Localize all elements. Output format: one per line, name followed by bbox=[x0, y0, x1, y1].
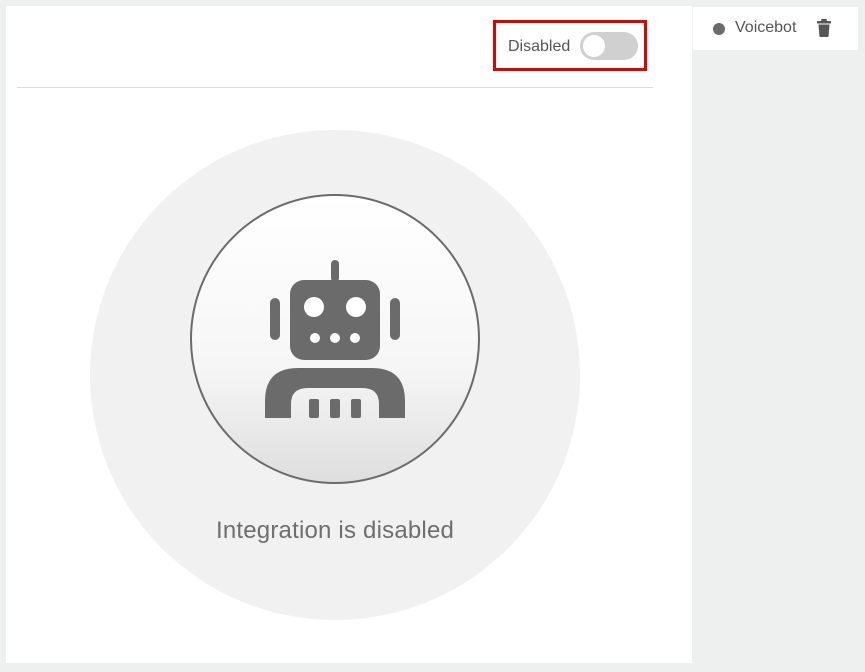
trash-icon[interactable] bbox=[816, 19, 832, 37]
status-dot-icon bbox=[713, 23, 725, 35]
enable-toggle[interactable] bbox=[580, 32, 638, 60]
status-background-circle: Integration is disabled bbox=[90, 130, 580, 620]
robot-icon bbox=[265, 260, 405, 418]
panel-header: Disabled bbox=[17, 6, 653, 88]
toggle-label: Disabled bbox=[508, 38, 571, 55]
robot-avatar-circle bbox=[190, 194, 480, 484]
integration-status-message: Integration is disabled bbox=[215, 517, 455, 544]
toggle-knob bbox=[583, 35, 605, 57]
integration-panel: Disabled Integration is disabled bbox=[6, 6, 692, 663]
voicebot-label: Voicebot bbox=[735, 19, 797, 36]
toggle-highlight: Disabled bbox=[493, 20, 647, 71]
voicebot-item[interactable]: Voicebot bbox=[693, 7, 858, 50]
